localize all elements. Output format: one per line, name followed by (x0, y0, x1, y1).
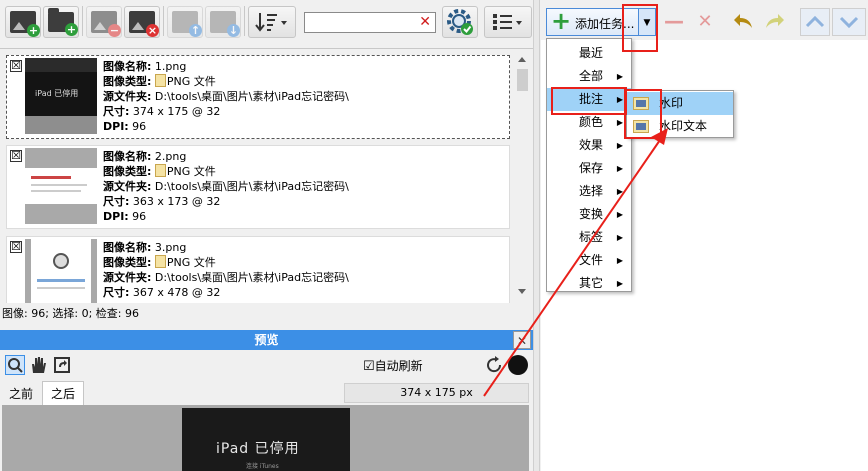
annotation-arrow (483, 128, 668, 397)
